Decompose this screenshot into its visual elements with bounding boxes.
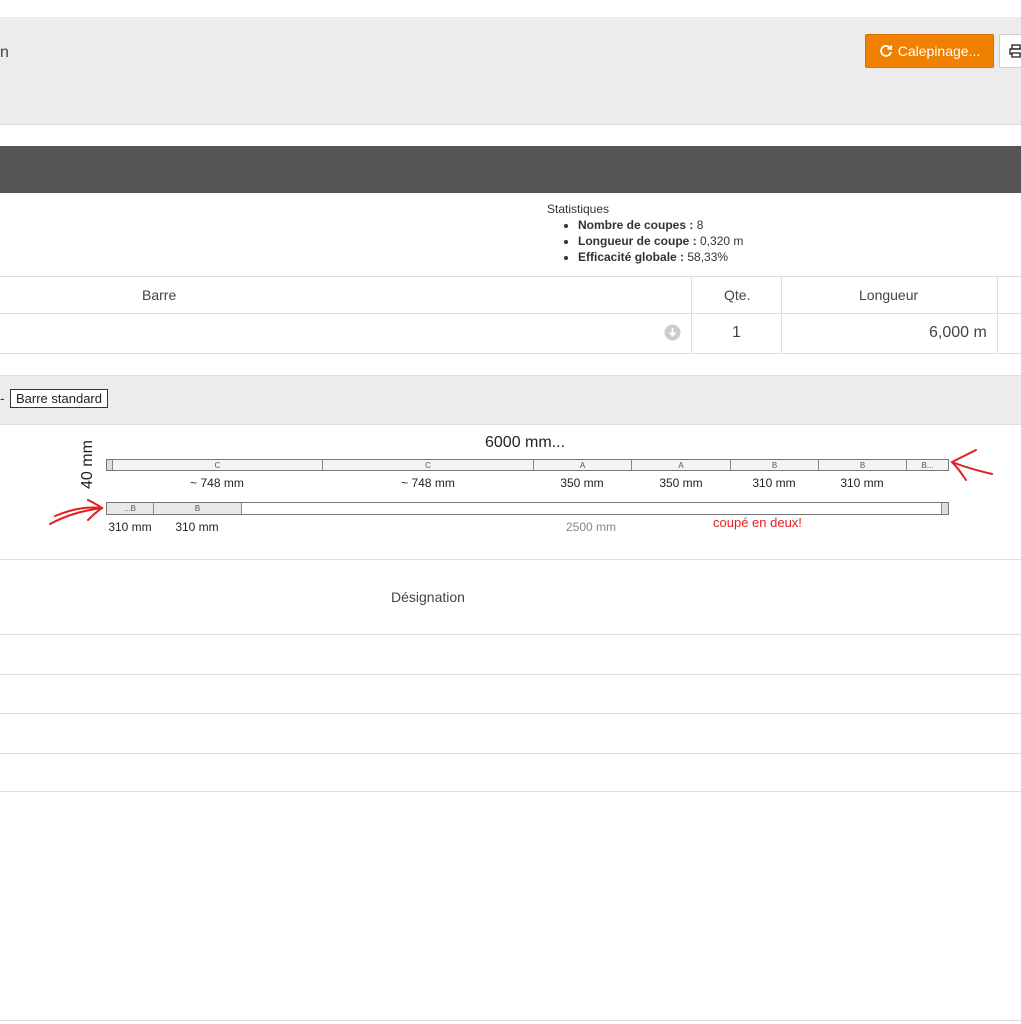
table-row-divider — [0, 634, 1021, 635]
cut-annotation: coupé en deux! — [713, 515, 802, 530]
table-divider — [0, 559, 1021, 560]
page-footer-divider — [0, 1020, 1021, 1021]
table-row-divider — [0, 674, 1021, 675]
table-row-divider — [0, 753, 1021, 754]
table-row-divider — [0, 713, 1021, 714]
table-row-divider — [0, 791, 1021, 792]
red-arrow-icon — [950, 449, 993, 481]
red-arrow-icon — [49, 499, 104, 525]
annotation-overlay — [49, 449, 993, 525]
column-header-designation: Désignation — [391, 589, 465, 605]
